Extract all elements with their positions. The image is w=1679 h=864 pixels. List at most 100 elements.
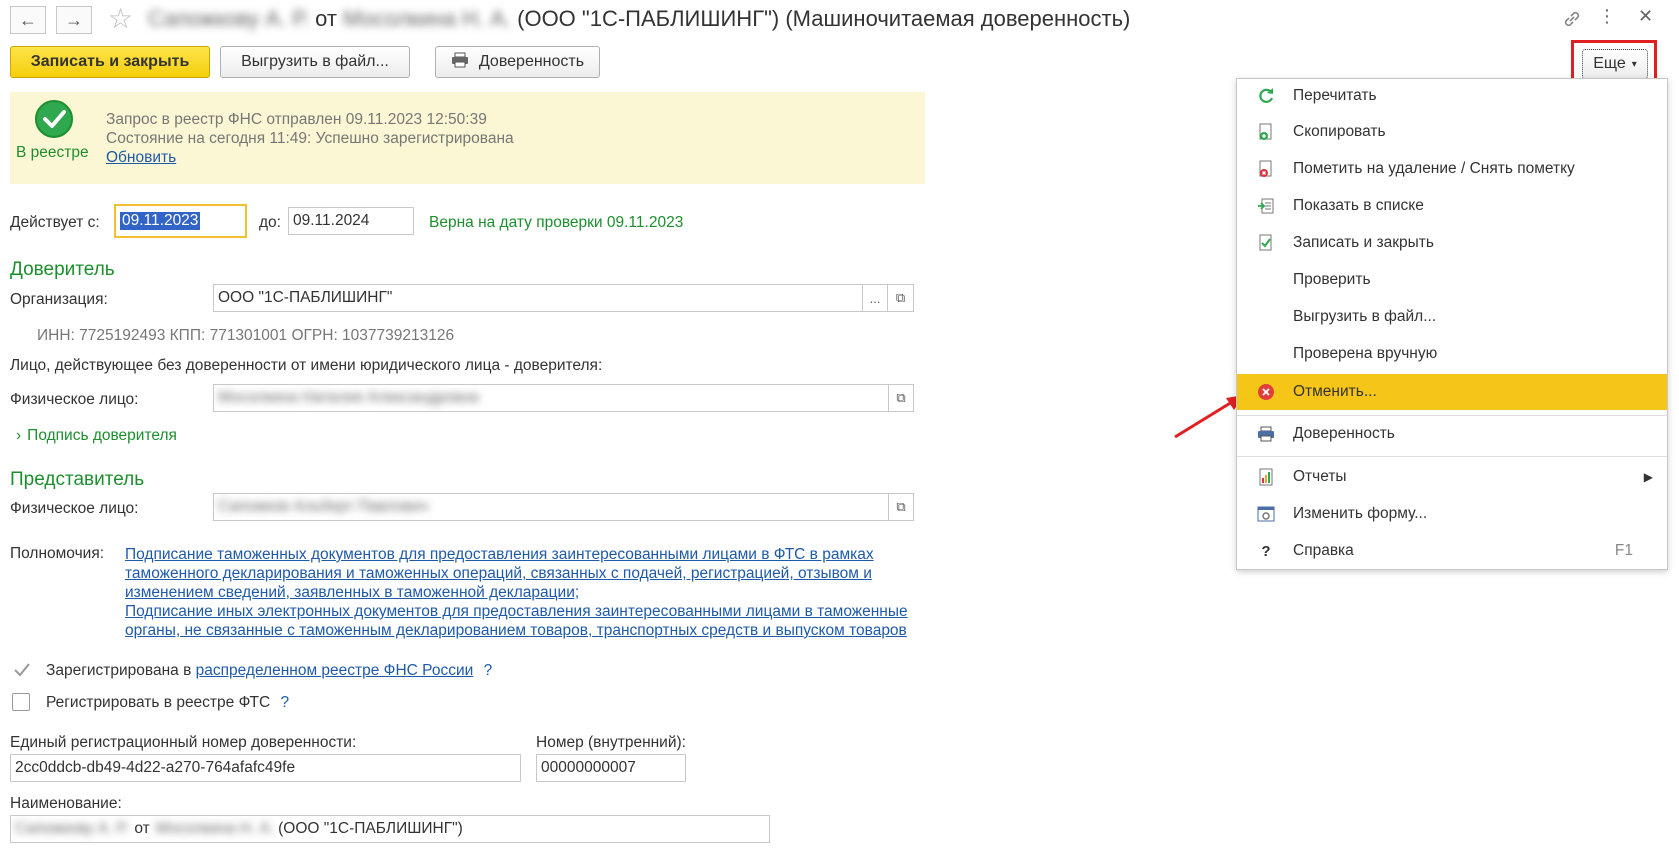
print-button-label: Доверенность [478,53,585,70]
valid-to-label: до: [259,214,281,231]
organization-select-button[interactable]: ... [862,284,888,312]
menu-item-reread[interactable]: Перечитать [1237,79,1667,113]
valid-to-input[interactable]: 09.11.2024 [288,207,414,235]
power-other-documents-link[interactable]: Подписание иных электронных документов д… [125,602,908,640]
help-shortcut: F1 [1614,542,1633,559]
principal-person-value: Мосолкина Наталия Александровна [218,389,479,406]
menu-separator [1237,456,1667,457]
principal-person-label: Физическое лицо: [10,391,139,408]
name-part2: от [134,820,150,837]
menu-item-copy[interactable]: Скопировать [1237,115,1667,149]
export-button[interactable]: Выгрузить в файл... [220,46,410,78]
title-of: от [315,6,337,31]
menu-item-export[interactable]: Выгрузить в файл... [1237,300,1667,334]
name-part4: (ООО "1С-ПАБЛИШИНГ") [278,820,463,837]
status-line-state: Состояние на сегодня 11:49: Успешно заре… [106,130,514,147]
favorite-star-icon[interactable]: ☆ [108,2,133,35]
more-actions-icon[interactable]: ⋮ [1598,6,1616,26]
arrow-right-icon: → [65,9,83,30]
fts-register-checkbox[interactable] [12,693,30,711]
save-check-icon [1257,234,1275,252]
forward-button[interactable]: → [56,6,92,34]
valid-from-input[interactable]: 09.11.2023 [114,204,247,238]
principal-section-title: Доверитель [10,259,115,280]
validity-check-text: Верна на дату проверки 09.11.2023 [429,214,684,231]
principal-signature-label: Подпись доверителя [27,427,177,444]
menu-item-save-close[interactable]: Записать и закрыть [1237,226,1667,260]
principal-person-title: Лицо, действующее без доверенности от им… [10,357,603,374]
chevron-right-icon: › [16,427,22,444]
representative-person-input[interactable]: Сапожков Альберт Павлович [213,493,889,521]
fts-help-icon[interactable]: ? [280,694,289,711]
menu-item-check[interactable]: Проверить [1237,263,1667,297]
status-badge: В реестре [16,144,89,161]
internal-number-input[interactable]: 00000000007 [536,754,686,782]
name-part3-blurred: Мосолкина Н. А. [155,820,275,837]
organization-label: Организация: [10,291,108,308]
open-window-icon: ⧉ [895,290,906,305]
fts-register-text: Регистрировать в реестре ФТС ? [46,694,289,712]
fns-help-icon[interactable]: ? [484,662,493,679]
valid-from-value: 09.11.2023 [120,212,201,230]
internal-number-label: Номер (внутренний): [536,734,686,751]
menu-item-mark-delete[interactable]: Пометить на удаление / Снять пометку [1237,152,1667,186]
save-close-button[interactable]: Записать и закрыть [10,46,210,78]
menu-item-cancel[interactable]: Отменить... [1237,374,1667,410]
principal-signature-expander[interactable]: › Подпись доверителя [16,427,177,445]
powers-list: Подписание таможенных документов для пре… [125,545,908,640]
form-settings-icon [1257,505,1275,523]
representative-person-value: Сапожков Альберт Павлович [218,498,429,515]
menu-item-manual-check[interactable]: Проверена вручную [1237,337,1667,371]
title-rest: (ООО "1С-ПАБЛИШИНГ") (Машиночитаемая дов… [517,6,1131,31]
name-input[interactable]: Сапожкову А. Р. от Мосолкина Н. А. (ООО … [10,815,770,843]
more-button-label: Еще [1593,55,1626,72]
menu-item-change-form[interactable]: Изменить форму... [1237,497,1667,531]
close-icon[interactable]: ✕ [1638,6,1653,27]
show-in-list-icon [1257,197,1275,215]
powers-label: Полномочия: [10,545,105,562]
valid-from-label: Действует с: [10,214,100,231]
principal-person-open-button[interactable]: ⧉ [888,384,914,412]
ellipsis-icon: ... [869,290,881,306]
menu-separator [1237,415,1667,416]
title-name2-blurred: Мосолкина Н. А. [343,6,511,31]
menu-item-show-list[interactable]: Показать в списке [1237,189,1667,223]
menu-item-print[interactable]: Доверенность [1237,417,1667,451]
fns-registered-checkbox[interactable] [12,660,32,680]
fns-registered-label: Зарегистрирована в [46,662,192,679]
ern-input[interactable]: 2cc0ddcb-db49-4d22-a270-764afafc49fe [10,754,521,782]
help-icon: ? [1261,542,1271,560]
representative-person-open-button[interactable]: ⧉ [888,493,914,521]
printer-icon [451,52,469,73]
print-button[interactable]: Доверенность [435,46,600,78]
printer-icon [1257,425,1275,443]
refresh-link[interactable]: Обновить [106,149,176,167]
more-button[interactable]: Еще ▾ [1582,49,1648,79]
power-customs-declaration-link[interactable]: Подписание таможенных документов для пре… [125,545,908,602]
open-window-icon: ⧉ [896,499,906,514]
organization-open-button[interactable]: ⧉ [888,284,914,312]
menu-item-help[interactable]: ? Справка F1 [1237,534,1667,568]
representative-person-label: Физическое лицо: [10,500,139,517]
organization-ids: ИНН: 7725192493 КПП: 771301001 ОГРН: 103… [37,327,455,344]
copy-document-icon [1257,123,1275,141]
link-icon[interactable] [1561,8,1583,30]
name-part1-blurred: Сапожкову А. Р. [15,820,129,837]
cancel-icon [1257,383,1275,401]
ern-label: Единый регистрационный номер доверенност… [10,734,357,751]
status-line-request: Запрос в реестр ФНС отправлен 09.11.2023… [106,111,487,128]
chevron-down-icon: ▾ [1631,58,1637,70]
fts-register-label: Регистрировать в реестре ФТС [46,694,271,711]
fns-registry-link[interactable]: распределенном реестре ФНС России [196,662,474,679]
more-actions-menu: Перечитать Скопировать Пометить на удале… [1236,78,1668,570]
representative-section-title: Представитель [10,469,145,490]
delete-mark-icon [1257,160,1275,178]
menu-item-reports[interactable]: Отчеты ▶ [1237,460,1667,494]
principal-person-input[interactable]: Мосолкина Наталия Александровна [213,384,889,412]
organization-input[interactable]: ООО "1С-ПАБЛИШИНГ" [213,284,863,312]
refresh-icon [1257,87,1275,105]
name-label: Наименование: [10,795,122,812]
title-name-blurred: Сапожкову А. Р. [148,6,309,31]
back-button[interactable]: ← [10,6,46,34]
reports-icon [1257,468,1275,486]
